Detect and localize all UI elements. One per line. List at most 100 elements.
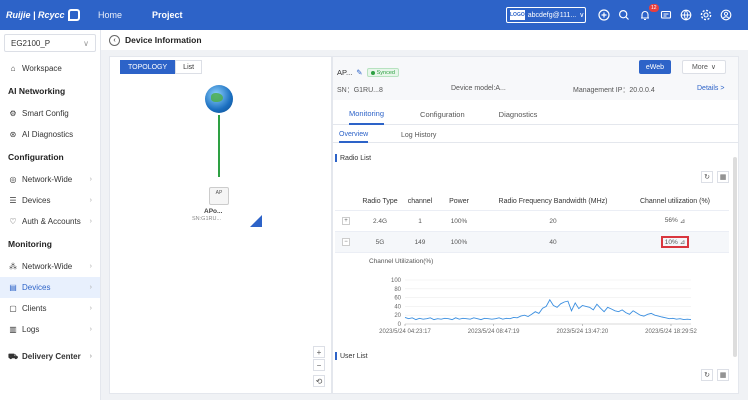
brand-logo[interactable]: Ruijie | Rcycc [0, 9, 88, 21]
tab-monitoring[interactable]: Monitoring [349, 103, 385, 125]
section-marker [335, 154, 337, 162]
user-icon[interactable] [720, 9, 732, 21]
network-icon: ◎ [9, 175, 17, 184]
y-tick-label: 0 [398, 322, 402, 328]
site-selector[interactable]: EG2100_P ∨ [4, 34, 96, 52]
sidebar-item-auth-accounts[interactable]: ♡ Auth & Accounts › [0, 211, 100, 232]
tab-configuration[interactable]: Configuration [420, 103, 465, 125]
device-name-row: AP... ✎ Synced [337, 68, 399, 77]
tab-topology[interactable]: TOPOLOGY [120, 60, 176, 74]
chart-svg: 0 20 40 60 80 100 2023/5/24 04:23:17 2023/5/24 … [379, 278, 697, 335]
grid-settings-icon[interactable]: ▦ [717, 171, 729, 183]
sidebar-item-label: Auth & Accounts [22, 217, 81, 226]
sidebar-item-network-wide-monitoring[interactable]: ⁂ Network-Wide › [0, 256, 100, 277]
nav-home[interactable]: Home [98, 10, 122, 20]
user-list-title: User List [335, 352, 368, 360]
sidebar-item-network-wide-config[interactable]: ◎ Network-Wide › [0, 169, 100, 190]
status-badge: Synced [366, 68, 399, 77]
series-line [404, 298, 692, 321]
eweb-button[interactable]: eWeb [639, 60, 671, 74]
section-marker [335, 352, 337, 360]
zoom-in-button[interactable]: + [313, 346, 325, 358]
collapse-icon[interactable]: − [342, 238, 350, 246]
cell-radio-type: 2.4G [372, 217, 388, 225]
grid-settings-icon[interactable]: ▦ [717, 369, 729, 381]
sidebar-item-label: Delivery Center [22, 352, 81, 361]
chart-icon[interactable]: ⊿ [680, 217, 685, 225]
utilization-highlight[interactable]: 10% ⊿ [660, 236, 690, 248]
sidebar-item-label: Network-Wide [22, 262, 73, 271]
cell-bandwidth: 40 [549, 238, 557, 246]
ap-device-icon[interactable]: AP [209, 187, 229, 205]
diagnostics-icon: ⊛ [9, 130, 17, 139]
tab-diagnostics[interactable]: Diagnostics [499, 103, 538, 125]
ap-serial: SN:G1RU... [192, 216, 222, 222]
x-tick-label: 2023/5/24 08:47:19 [468, 329, 520, 335]
sidebar-item-smart-config[interactable]: ⚙ Smart Config [0, 103, 100, 124]
table-header: Radio Type channel Power Radio Frequency… [335, 193, 729, 211]
chevron-right-icon: › [89, 197, 92, 204]
chevron-down-icon: ∨ [710, 64, 717, 71]
zoom-out-button[interactable]: − [313, 359, 325, 371]
tab-log-history[interactable]: Log History [401, 127, 436, 143]
tab-list[interactable]: List [175, 60, 203, 74]
sidebar-item-devices-monitoring[interactable]: ▤ Devices › [0, 277, 100, 298]
refresh-icon[interactable]: ↻ [701, 171, 713, 183]
sidebar-item-label: Smart Config [22, 109, 69, 118]
account-logo: LOGO [510, 10, 525, 20]
devices-icon: ☰ [9, 196, 17, 205]
back-arrow-icon[interactable]: ‹ [109, 34, 120, 46]
device-detail-panel: AP... ✎ Synced eWeb More ∨ SN：G1RU...8 D… [332, 56, 739, 394]
chevron-right-icon: › [89, 176, 92, 183]
cell-utilization: 56% ⊿ [625, 217, 725, 225]
details-link[interactable]: Details > [697, 85, 724, 92]
nav-project[interactable]: Project [152, 10, 183, 20]
y-tick-label: 100 [391, 278, 402, 284]
devices-icon: ▤ [9, 283, 17, 292]
logs-icon: ▥ [9, 325, 17, 334]
more-button[interactable]: More ∨ [682, 60, 726, 74]
row-expander: − [335, 238, 357, 246]
tab-overview[interactable]: Overview [339, 127, 369, 143]
panel-scrollbar[interactable] [733, 157, 737, 357]
utilization-value: 56% [664, 217, 678, 224]
gear-icon[interactable] [700, 9, 712, 21]
x-tick-label: 2023/5/24 04:23:17 [379, 329, 431, 335]
search-icon[interactable] [618, 9, 630, 21]
sidebar-item-delivery-center[interactable]: ⛟ Delivery Center › [0, 346, 100, 367]
sidebar-item-logs[interactable]: ▥ Logs › [0, 319, 100, 340]
chevron-right-icon: › [89, 218, 92, 225]
status-text: Synced [376, 69, 395, 76]
chevron-right-icon: › [89, 326, 92, 333]
table-row: − 5G 149 100% 40 10% ⊿ [335, 232, 729, 253]
sidebar-item-clients[interactable]: ▢ Clients › [0, 298, 100, 319]
brand-mark-icon [67, 9, 80, 21]
column-header: Channel utilization (%) [639, 198, 711, 205]
internet-globe-icon[interactable] [205, 85, 233, 113]
refresh-icon[interactable]: ↻ [701, 369, 713, 381]
edit-icon[interactable]: ✎ [356, 68, 362, 77]
account-selector[interactable]: LOGO abcdefg@111... ∨ [506, 7, 586, 23]
message-icon[interactable] [660, 9, 672, 21]
add-circle-icon[interactable] [598, 9, 610, 21]
chevron-down-icon: ∨ [579, 12, 585, 19]
cell-utilization: 10% ⊿ [625, 236, 725, 248]
sidebar-item-label: Devices [22, 283, 51, 292]
sub-tabs: Overview Log History [333, 127, 738, 143]
column-header: Radio Frequency Bandwidth (MHz) [498, 198, 608, 205]
expand-icon[interactable]: + [342, 217, 350, 225]
main-tabs: Monitoring Configuration Diagnostics [333, 103, 738, 125]
section-title-text: User List [340, 352, 368, 360]
sidebar-item-devices-config[interactable]: ☰ Devices › [0, 190, 100, 211]
fit-view-icon[interactable]: ⟲ [313, 375, 325, 387]
sidebar-item-workspace[interactable]: ⌂ Workspace [0, 58, 100, 79]
status-dot-icon [370, 70, 375, 75]
sidebar-item-label: Logs [22, 325, 40, 334]
brand-text: Ruijie | Rcycc [6, 10, 65, 20]
sidebar-item-ai-diagnostics[interactable]: ⊛ AI Diagnostics [0, 124, 100, 145]
cell-radio-type: 5G [375, 238, 385, 246]
sidebar-group-ai-networking: AI Networking [8, 86, 66, 96]
globe-icon[interactable] [680, 9, 692, 21]
device-header: AP... ✎ Synced eWeb More ∨ SN：G1RU...8 D… [333, 57, 738, 100]
gear-icon: ⚙ [9, 109, 17, 118]
